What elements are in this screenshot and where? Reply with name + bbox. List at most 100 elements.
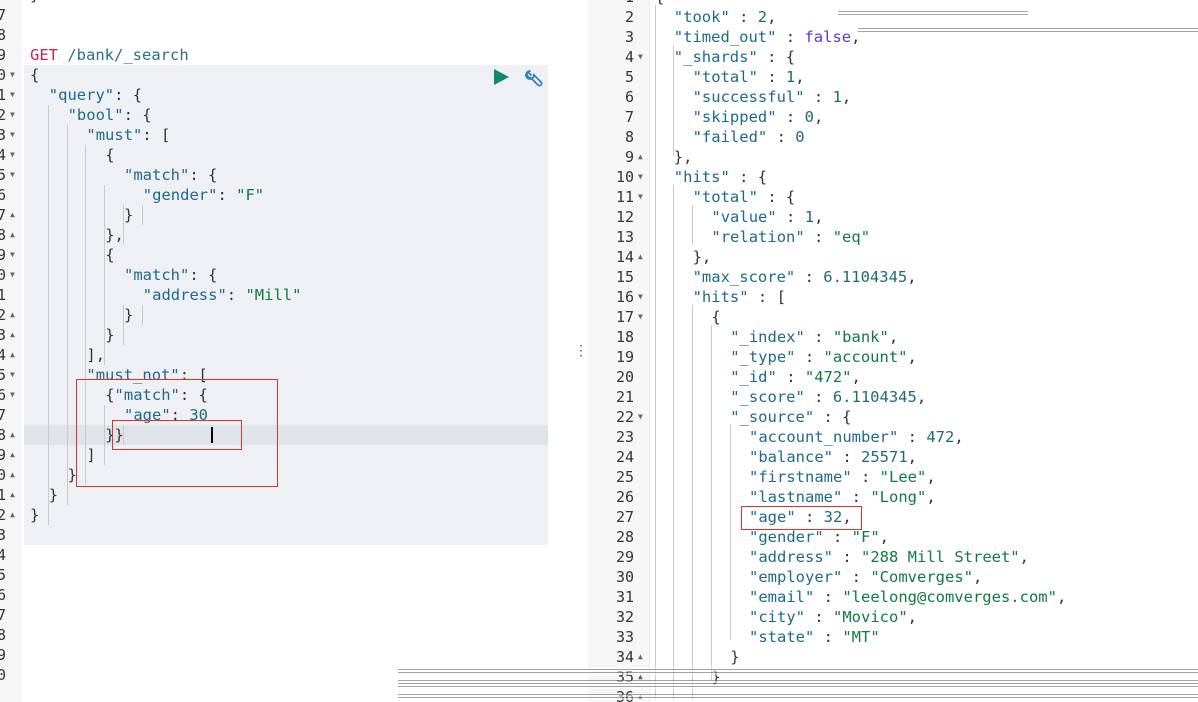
line-number: 16 [615,288,634,306]
indent-guide [673,185,674,700]
run-request-button[interactable] [492,68,510,86]
fold-expand-icon[interactable]: ▲ [10,0,15,5]
fold-collapse-icon[interactable]: ▼ [638,187,643,207]
line-number: 7 [624,108,634,126]
indent-guide [692,305,693,700]
code-token: : [842,568,871,586]
code-line[interactable]: } [30,0,39,5]
fold-expand-icon[interactable]: ▲ [10,425,15,445]
code-token: "F" [851,528,880,546]
fold-collapse-icon[interactable]: ▼ [638,47,643,67]
fold-collapse-icon[interactable]: ▼ [10,65,15,85]
code-line: "timed_out" : false, [674,27,861,47]
vertical-dots-icon[interactable]: ⋮ [574,340,588,362]
fold-collapse-icon[interactable]: ▼ [638,287,643,307]
fold-expand-icon[interactable]: ▲ [638,647,643,667]
code-line[interactable]: } [49,485,58,505]
fold-collapse-icon[interactable]: ▼ [638,167,643,187]
code-line[interactable]: { [105,245,114,265]
code-token: "gender" [749,528,824,546]
code-line[interactable]: "query": { [49,85,142,105]
fold-expand-icon[interactable]: ▲ [10,305,15,325]
fold-expand-icon[interactable]: ▲ [638,147,643,167]
fold-collapse-icon[interactable]: ▼ [638,407,643,427]
code-line[interactable]: "must": [ [86,125,170,145]
code-line[interactable]: "match": { [124,165,217,185]
line-number: 29 [615,548,634,566]
code-token: "F" [236,186,265,204]
response-viewer-pane[interactable]: 1▼{2"took" : 2,3"timed_out" : false,4▼"_… [588,0,1198,702]
code-token: "Long" [870,488,927,506]
code-token: , [813,108,824,126]
line-number: 3 [624,28,634,46]
fold-expand-icon[interactable]: ▲ [638,247,643,267]
code-line: "_shards" : { [674,47,795,67]
code-token: ], [86,346,106,364]
fold-collapse-icon[interactable]: ▼ [10,265,15,285]
code-token: , [907,268,917,286]
code-line[interactable]: GET /bank/_search [30,45,189,65]
fold-expand-icon[interactable]: ▲ [10,485,15,505]
line-number: 12 [0,106,7,124]
fold-expand-icon[interactable]: ▲ [10,445,15,465]
code-token: "Movico" [833,608,908,626]
code-line[interactable]: "address": "Mill" [143,285,302,305]
code-line[interactable]: }, [105,225,124,245]
line-number: 26 [615,488,634,506]
code-token: 1 [804,208,815,226]
code-token: "must" [86,126,143,144]
fold-collapse-icon[interactable]: ▼ [10,385,15,405]
code-line[interactable]: } [124,305,133,325]
code-token: "hits" [673,168,730,186]
fold-collapse-icon[interactable]: ▼ [10,365,15,385]
line-number: 8 [0,26,6,44]
code-line: { [711,307,720,327]
line-number: 14 [0,146,7,164]
code-token: "skipped" [692,108,777,126]
code-token: : [729,8,758,26]
code-line[interactable]: { [105,145,114,165]
fold-collapse-icon[interactable]: ▼ [10,145,15,165]
code-line[interactable]: "gender": "F" [143,185,264,205]
code-line[interactable]: "match": { [124,265,217,285]
code-token: : [767,128,796,146]
line-number: 18 [615,328,634,346]
code-line[interactable]: } [124,205,133,225]
code-token: 472 [926,428,955,446]
fold-expand-icon[interactable]: ▲ [10,325,15,345]
fold-collapse-icon[interactable]: ▼ [10,85,15,105]
fold-collapse-icon[interactable]: ▼ [10,165,15,185]
code-token: 1 [832,88,842,106]
request-settings-button[interactable] [524,68,546,90]
fold-expand-icon[interactable]: ▲ [10,205,15,225]
fold-collapse-icon[interactable]: ▼ [10,105,15,125]
fold-expand-icon[interactable]: ▲ [10,345,15,365]
code-token: , [926,468,936,486]
code-line[interactable]: ], [86,345,105,365]
fold-collapse-icon[interactable]: ▼ [638,307,643,327]
indent-guide [730,425,731,640]
code-line[interactable]: } [30,505,39,525]
code-line[interactable]: } [105,325,114,345]
line-number: 39 [0,646,7,664]
line-number: 24 [615,448,634,466]
code-line: "_source" : { [730,407,851,427]
line-number: 27 [615,508,634,526]
request-editor-pane[interactable]: 6▲}789GET /bank/_search10▼{11▼"query": {… [0,0,572,702]
fold-collapse-icon[interactable]: ▼ [10,125,15,145]
code-token: : { [114,86,143,104]
line-number: 31 [0,486,7,504]
fold-expand-icon[interactable]: ▲ [10,465,15,485]
fold-collapse-icon[interactable]: ▼ [638,0,643,7]
code-line[interactable]: { [30,65,39,85]
code-token: : [842,488,871,506]
code-line: "total" : { [693,187,796,207]
fold-collapse-icon[interactable]: ▼ [10,245,15,265]
code-token: "timed_out" [673,28,777,46]
fold-expand-icon[interactable]: ▲ [10,225,15,245]
render-artifact [398,680,1198,689]
fold-expand-icon[interactable]: ▲ [10,505,15,525]
code-line: "firstname" : "Lee", [749,467,936,487]
code-line[interactable]: "bool": { [68,105,152,125]
render-artifact [398,667,1198,675]
